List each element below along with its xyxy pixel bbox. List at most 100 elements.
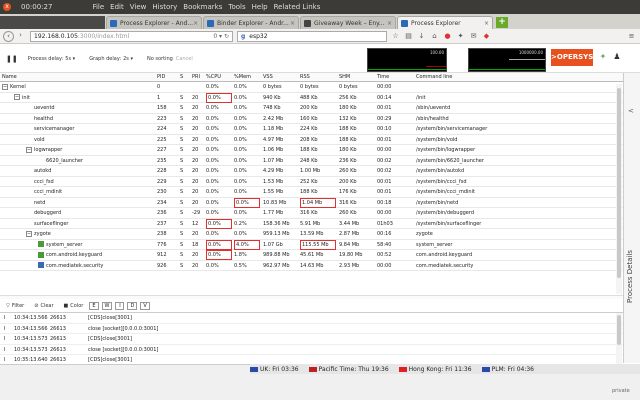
table-row[interactable]: servicemanager 224 S 20 0.0% 0.0% 1.18 Mb 224 K…	[0, 124, 623, 135]
clock-label: Pacific Time: Thu 19:36	[318, 365, 389, 373]
tab-process-explorer-1[interactable]: Process Explorer - And... ×	[106, 16, 202, 29]
time-tab-spacer	[0, 16, 105, 29]
close-window-button[interactable]: x	[3, 3, 11, 11]
table-row[interactable]: − init 1 S 20 0.0% 0.0% 940 Kb 488 Kb 256 Kb 00:14…	[0, 92, 623, 103]
tab-giveaway-week[interactable]: Giveaway Week – Eny... ×	[300, 16, 396, 29]
scroll-thumb[interactable]	[617, 88, 621, 278]
tab-binder-explorer[interactable]: Binder Explorer - Andr... ×	[203, 16, 299, 29]
table-row[interactable]: com.android.keyguard 912 S 20 0.0% 1.8% 989.88…	[0, 250, 623, 261]
table-row[interactable]: − logwrapper 227 S 20 0.0% 0.0% 1.06 Mb 188 Kb 18…	[0, 145, 623, 156]
menu-icon[interactable]: ≡	[627, 32, 636, 41]
cell-s: S	[180, 241, 184, 248]
log-row[interactable]: I 10:34:13.573 26613 close [socket][0.0.0.0…	[0, 345, 623, 355]
level-i-toggle[interactable]: I	[115, 301, 125, 310]
table-row[interactable]: surfaceflinger 237 S 12 0.0% 0.2% 158.36 Mb 5.9…	[0, 218, 623, 229]
table-row[interactable]: autokd 228 S 20 0.0% 0.0% 4.29 Mb 1.00 Mb 260 Kb…	[0, 166, 623, 177]
table-row[interactable]: ueventd 158 S 20 0.0% 0.0% 748 Kb 200 Kb 180 Kb 0…	[0, 103, 623, 114]
extension-icon[interactable]: ●	[443, 32, 452, 41]
bookmark-star-icon[interactable]: ☆	[391, 32, 400, 41]
cell-shm: 260 Kb	[339, 210, 357, 216]
menu-bookmarks[interactable]: Bookmarks	[183, 3, 222, 11]
collapse-arrow-icon[interactable]: <	[628, 107, 634, 115]
back-button[interactable]: ‹	[3, 30, 14, 42]
color-icon[interactable]: ■	[64, 303, 69, 309]
menu-help[interactable]: Help	[252, 3, 268, 11]
cell-vss: 1.53 Mb	[263, 178, 284, 185]
table-row[interactable]: netd 234 S 20 0.0% 0.0% 10.83 Mb 1.04 Mb 316 Kb 0…	[0, 197, 623, 208]
menu-tools[interactable]: Tools	[228, 3, 245, 11]
table-row[interactable]: com.mediatek.security 926 S 20 0.0% 0.5% 962.9…	[0, 261, 623, 271]
filter-button[interactable]: Filter	[12, 303, 24, 309]
search-input[interactable]: g esp32	[237, 30, 387, 42]
table-row[interactable]: vold 225 S 20 0.0% 0.0% 4.97 Mb 208 Kb 188 Kb 00:…	[0, 135, 623, 145]
cell-shm: 180 Kb	[339, 105, 357, 111]
level-e-toggle[interactable]: E	[89, 301, 99, 310]
log-row[interactable]: I 10:34:13.566 26613 [CDS]close[3001]	[0, 313, 623, 324]
table-row[interactable]: healthd 223 S 20 0.0% 0.0% 2.42 Mb 160 Kb 132 Kb…	[0, 114, 623, 124]
level-d-toggle[interactable]: D	[127, 301, 138, 310]
log-pid: 26613	[50, 315, 66, 321]
table-row[interactable]: − zygote 238 S 20 0.0% 0.0% 959.13 Mb 13.59 Mb 2.…	[0, 229, 623, 240]
process-delay-select[interactable]: 5s ▾	[65, 56, 75, 62]
reading-list-icon[interactable]: ▤	[404, 32, 413, 41]
opersys-logo: >OPERSYS	[551, 49, 593, 66]
expand-toggle-icon[interactable]: −	[2, 83, 8, 90]
process-name: logwrapper	[34, 147, 63, 153]
app-icon	[38, 251, 44, 258]
puzzle-icon[interactable]: ✦	[456, 32, 465, 41]
log-scroll-thumb[interactable]	[617, 315, 621, 345]
level-w-toggle[interactable]: W	[101, 301, 113, 310]
forward-button[interactable]: ›	[15, 31, 26, 42]
cell-s: S	[180, 115, 184, 122]
share-icon[interactable]: ✉	[469, 32, 478, 41]
log-row[interactable]: I 10:34:13.566 26613 close [socket][0.0.0.0…	[0, 324, 623, 334]
home-icon[interactable]: ⌂	[430, 32, 439, 41]
close-tab-icon[interactable]: ×	[484, 20, 489, 27]
menu-edit[interactable]: Edit	[110, 3, 124, 11]
table-row[interactable]: debuggerd 236 S -29 0.0% 0.0% 1.77 Mb 316 Kb 260…	[0, 208, 623, 219]
cell-mem: 0.0%	[234, 84, 247, 90]
menu-related-links[interactable]: Related Links	[274, 3, 321, 11]
close-tab-icon[interactable]: ×	[290, 20, 295, 27]
color-button[interactable]: Color	[70, 303, 83, 309]
level-v-toggle[interactable]: V	[140, 301, 150, 310]
cell-pri: 20	[192, 262, 199, 269]
tab-process-explorer-active[interactable]: Process Explorer ×	[397, 16, 493, 29]
new-tab-button[interactable]: +	[496, 17, 508, 28]
table-row[interactable]: − Kernel 0 0.0% 0.0% 0 bytes 0 bytes 0 bytes 00:…	[0, 82, 623, 93]
menu-view[interactable]: View	[130, 3, 147, 11]
log-scrollbar[interactable]	[616, 313, 622, 364]
download-icon[interactable]: ↓	[417, 32, 426, 41]
table-scrollbar[interactable]	[616, 84, 622, 294]
cell-cpu: 0.0%	[206, 92, 232, 103]
url-bar[interactable]: 192.168.0.105:3000/index.html 0 ▾ ↻	[30, 30, 233, 42]
cell-cmd: /system/bin/logwrapper	[416, 147, 476, 153]
process-details-panel[interactable]: < Process Details	[623, 73, 640, 363]
close-tab-icon[interactable]: ×	[193, 20, 198, 27]
expand-toggle-icon[interactable]: −	[14, 94, 20, 100]
sort-status: No sorting	[147, 55, 173, 62]
table-row[interactable]: system_server 776 S 18 0.0% 4.0% 1.07 Gb 115.55…	[0, 239, 623, 250]
cell-pri: 20	[192, 178, 199, 185]
filter-icon[interactable]: ▽	[6, 303, 10, 309]
log-row[interactable]: I 10:35:13.640 26613 [CDS]close[3001]	[0, 355, 623, 364]
expand-toggle-icon[interactable]: −	[26, 230, 32, 237]
close-tab-icon[interactable]: ×	[387, 20, 392, 27]
expand-toggle-icon[interactable]: −	[26, 146, 32, 153]
table-row[interactable]: 6620_launcher 235 S 20 0.0% 0.0% 1.07 Mb 248 Kb…	[0, 156, 623, 166]
pocket-icon[interactable]: ◆	[482, 32, 491, 41]
process-name-cell: servicemanager	[26, 124, 176, 134]
cancel-sort-button[interactable]: Cancel	[176, 56, 193, 62]
table-row[interactable]: ccci_mdinit 230 S 20 0.0% 0.0% 1.55 Mb 188 Kb 17…	[0, 187, 623, 198]
menu-file[interactable]: File	[92, 3, 104, 11]
graph-delay-select[interactable]: 2s ▾	[123, 56, 133, 62]
clear-button[interactable]: Clear	[40, 303, 53, 309]
cell-vss: 2.42 Mb	[263, 115, 284, 122]
log-row[interactable]: I 10:34:13.573 26613 [CDS]close[3001]	[0, 334, 623, 345]
cell-pri: 20	[192, 168, 199, 174]
pause-icon[interactable]: ❚❚	[6, 55, 18, 63]
table-row[interactable]: ccci_fsd 229 S 20 0.0% 0.0% 1.53 Mb 252 Kb 200 K…	[0, 177, 623, 187]
menu-history[interactable]: History	[152, 3, 177, 11]
cell-rss: 488 Kb	[300, 94, 318, 101]
clear-icon[interactable]: ⊘	[34, 303, 38, 309]
